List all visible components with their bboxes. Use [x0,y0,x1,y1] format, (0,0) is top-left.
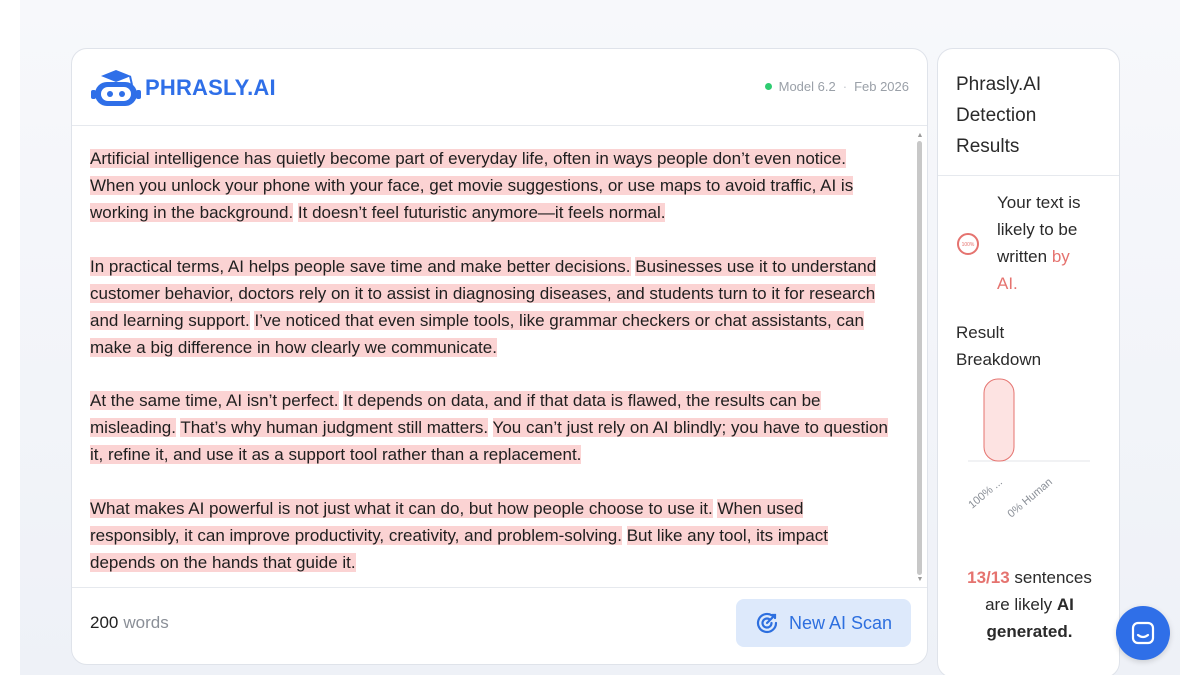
sentence: That’s why human judgment still matters. [180,418,489,437]
sentence: It doesn’t feel futuristic anymore—it fe… [297,203,666,222]
result-summary-line: are likely AI [938,591,1119,618]
verdict-written: written [997,247,1048,266]
status-dot [764,83,772,90]
result-summary-line: 13/13 sentences [938,564,1119,591]
analyzed-text[interactable]: Artificial intelligence has quietly beco… [72,127,927,587]
scroll-thumb[interactable] [917,141,922,575]
separator: · [842,79,848,94]
new-ai-scan-label: New AI Scan [788,612,893,633]
word-count-number: 200 [90,613,119,632]
chart-tick-label: 0% Human [1006,476,1055,520]
verdict-ai: AI. [997,274,1018,293]
results-title-line: Phrasly.AI [956,74,1042,95]
result-sentences: sentences [1014,568,1092,587]
card-footer: 200 words New AI Scan [72,587,927,664]
result-ratio: 13/13 [967,568,1010,587]
text-scrollbar[interactable]: ▲ ▼ [916,132,924,583]
paragraph: At the same time, AI isn’t perfect. It d… [90,387,893,468]
verdict-by: by [1051,247,1070,266]
results-title-line: Results [956,136,1020,157]
sentence: At the same time, AI isn’t perfect. [90,391,339,410]
breakdown-title: Result Breakdown [956,319,1041,373]
chart-tick-label: 100% ... [966,476,1005,511]
breakdown-line: Result [956,323,1005,342]
result-are-likely: are likely [985,595,1053,614]
paragraph: Artificial intelligence has quietly beco… [90,145,893,226]
scroll-down-icon[interactable]: ▼ [916,576,924,583]
word-count-label: words [123,613,169,632]
robot-graduate-icon [91,70,141,106]
chart-bar [983,378,1015,462]
result-ai: AI [1056,595,1074,614]
result-summary: 13/13 sentences are likely AI generated. [938,564,1119,645]
sentence: What makes AI powerful is not just what … [90,498,713,518]
sentence: Artificial intelligence has quietly beco… [90,149,846,168]
new-ai-scan-button[interactable]: New AI Scan [736,599,911,647]
text-card: PHRASLY.AI Model 6.2 · Feb 2026 Artifici… [71,48,928,665]
verdict-line: Your text is [997,193,1081,212]
logo[interactable]: PHRASLY.AI [91,68,276,108]
date-label: Feb 2026 [854,79,909,94]
card-header: PHRASLY.AI Model 6.2 · Feb 2026 [72,49,927,126]
results-title: Phrasly.AI Detection Results [938,49,1119,176]
paragraph: What makes AI powerful is not just what … [90,495,893,576]
result-generated: generated. [986,622,1073,641]
ai-score-gauge-icon: 100% [957,233,979,255]
chat-support-button[interactable] [1116,606,1170,660]
results-panel: Phrasly.AI Detection Results 100% Your t… [937,48,1120,675]
gauge-label: 100% [962,242,975,248]
sentence: In practical terms, AI helps people save… [90,256,631,276]
paragraph: In practical terms, AI helps people save… [90,253,893,361]
chat-icon [1131,621,1155,645]
verdict-line: likely to be [997,220,1078,239]
word-count: 200 words [90,613,169,633]
model-label: Model 6.2 [778,79,836,94]
verdict-text: Your text is likely to be written by AI. [997,189,1112,297]
model-info: Model 6.2 · Feb 2026 [764,79,909,94]
scan-target-icon [756,612,778,634]
logo-text: PHRASLY.AI [145,75,276,100]
scroll-up-icon[interactable]: ▲ [916,132,924,139]
verdict-line: written by [997,243,1112,270]
result-breakdown-chart: 100% ... 0% Human [966,378,1090,520]
results-title-line: Detection [956,105,1037,126]
